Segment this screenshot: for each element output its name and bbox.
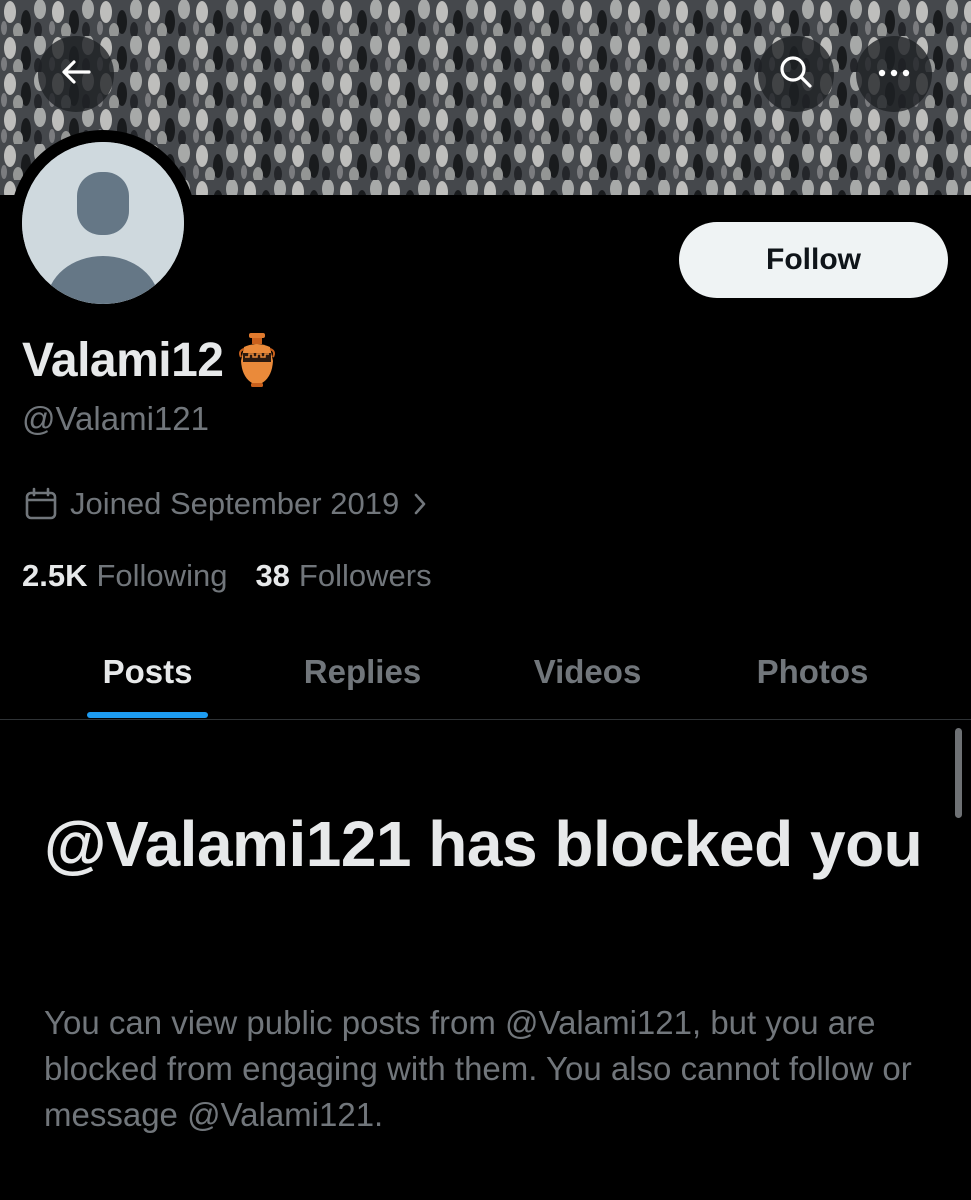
avatar[interactable] (10, 130, 196, 316)
followers-label: Followers (298, 558, 432, 593)
profile-handle: @Valami121 (22, 400, 209, 437)
followers-count: 38 (255, 558, 290, 593)
following-count: 2.5K (22, 558, 88, 593)
joined-date-row[interactable]: Joined September 2019 (24, 482, 427, 526)
following-label: Following (96, 558, 228, 593)
blocked-title: @Valami121 has blocked you (44, 808, 923, 880)
blocked-description: You can view public posts from @Valami12… (44, 1004, 912, 1133)
follow-stats: 2.5K Following 38 Followers (22, 554, 432, 598)
more-options-button[interactable] (856, 36, 932, 112)
display-name-row: Valami12 (22, 325, 278, 395)
back-button[interactable] (38, 36, 114, 112)
arrow-left-icon (59, 55, 93, 94)
calendar-icon (24, 487, 58, 521)
search-button[interactable] (758, 36, 834, 112)
more-horizontal-icon (876, 65, 912, 83)
follow-button[interactable]: Follow (679, 222, 948, 298)
scrollbar[interactable] (955, 728, 962, 818)
joined-date-text: Joined September 2019 (70, 486, 400, 521)
search-icon (777, 53, 815, 96)
display-name: Valami12 (22, 333, 224, 387)
tab-photos[interactable]: Photos (725, 625, 900, 719)
active-tab-indicator (87, 712, 208, 718)
tab-posts[interactable]: Posts (60, 625, 235, 719)
profile-tabs: Posts Replies Videos Photos (0, 625, 971, 720)
default-avatar-icon (22, 142, 184, 304)
amphora-icon (236, 331, 278, 389)
tab-replies[interactable]: Replies (275, 625, 450, 719)
followers-stat[interactable]: 38 Followers (255, 558, 431, 594)
chevron-right-icon (413, 492, 427, 516)
following-stat[interactable]: 2.5K Following (22, 558, 227, 594)
tab-videos[interactable]: Videos (500, 625, 675, 719)
